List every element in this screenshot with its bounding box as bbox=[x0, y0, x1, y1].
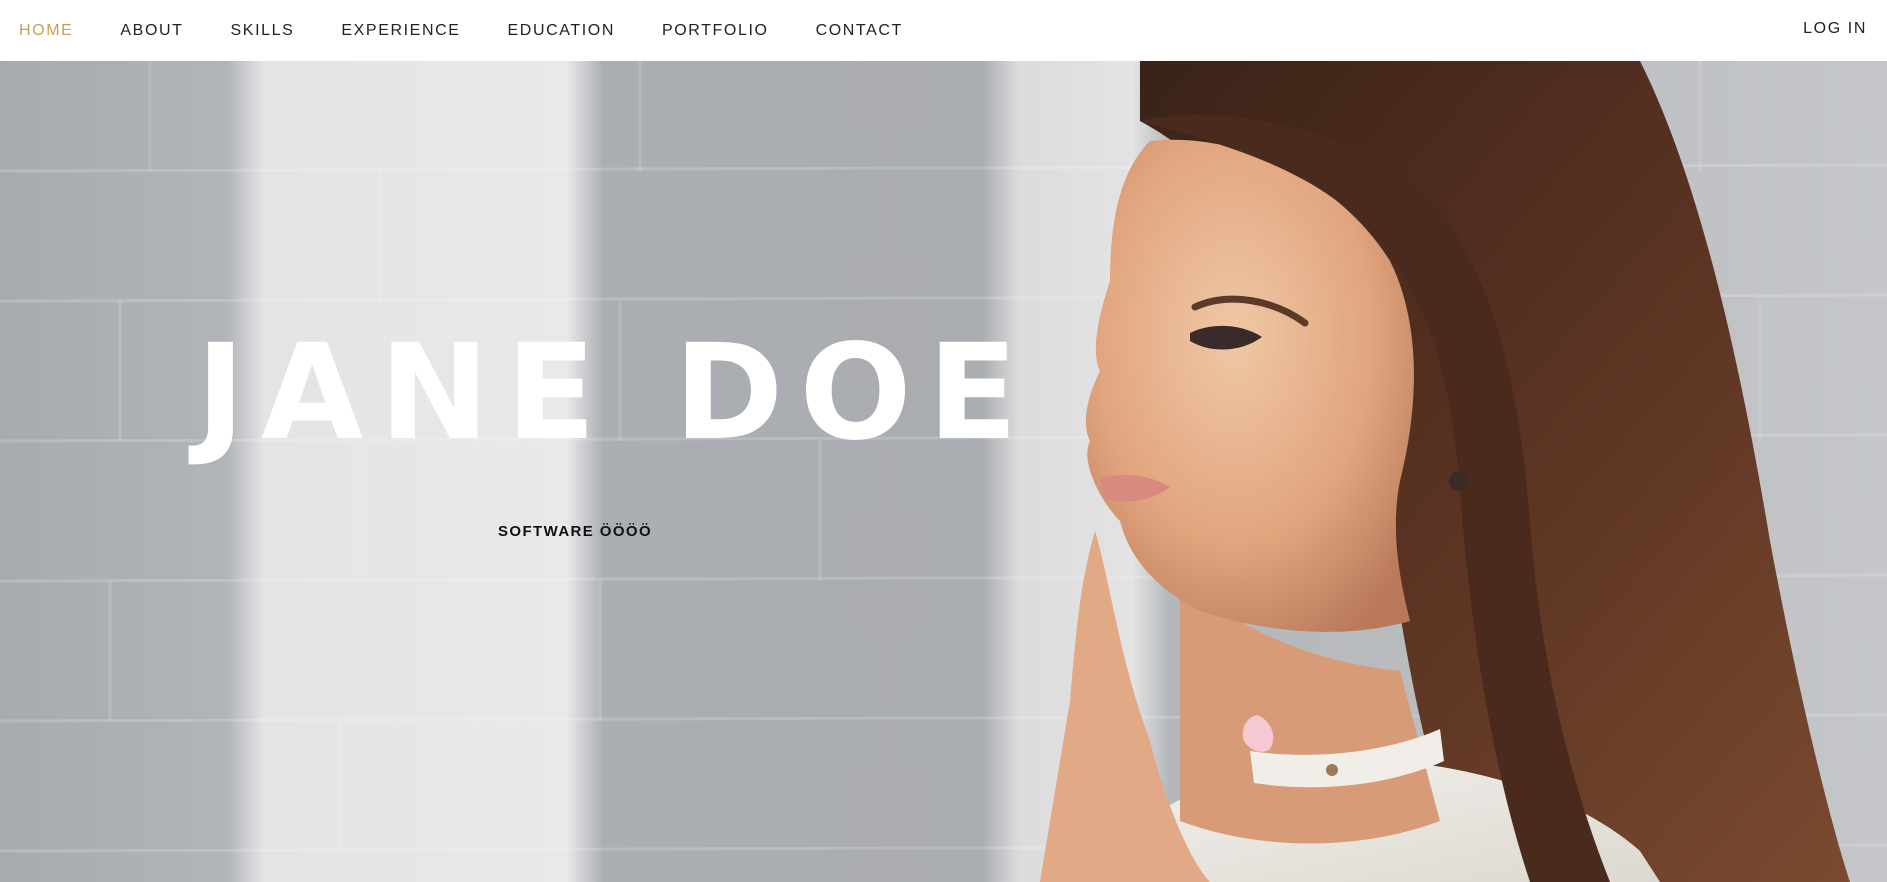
nav-item-portfolio[interactable]: PORTFOLIO bbox=[662, 0, 769, 61]
nav-item-contact[interactable]: CONTACT bbox=[816, 0, 903, 61]
nav-item-home[interactable]: HOME bbox=[19, 0, 73, 61]
nav-item-about[interactable]: ABOUT bbox=[120, 0, 183, 61]
hero-background-image bbox=[0, 61, 1887, 882]
hero-subtitle: SOFTWARE ÖÖÖÖ bbox=[498, 523, 653, 540]
nav-links: HOME ABOUT SKILLS EXPERIENCE EDUCATION P… bbox=[0, 0, 950, 61]
top-navigation: HOME ABOUT SKILLS EXPERIENCE EDUCATION P… bbox=[0, 0, 1887, 61]
hero-title: JANE DOE bbox=[196, 316, 1034, 470]
hero-section: JANE DOE SOFTWARE ÖÖÖÖ bbox=[0, 61, 1887, 882]
login-link[interactable]: LOG IN bbox=[1803, 0, 1867, 57]
nav-item-skills[interactable]: SKILLS bbox=[231, 0, 295, 61]
nav-item-experience[interactable]: EXPERIENCE bbox=[341, 0, 460, 61]
portfolio-page: HOME ABOUT SKILLS EXPERIENCE EDUCATION P… bbox=[0, 0, 1887, 882]
nav-item-education[interactable]: EDUCATION bbox=[508, 0, 615, 61]
